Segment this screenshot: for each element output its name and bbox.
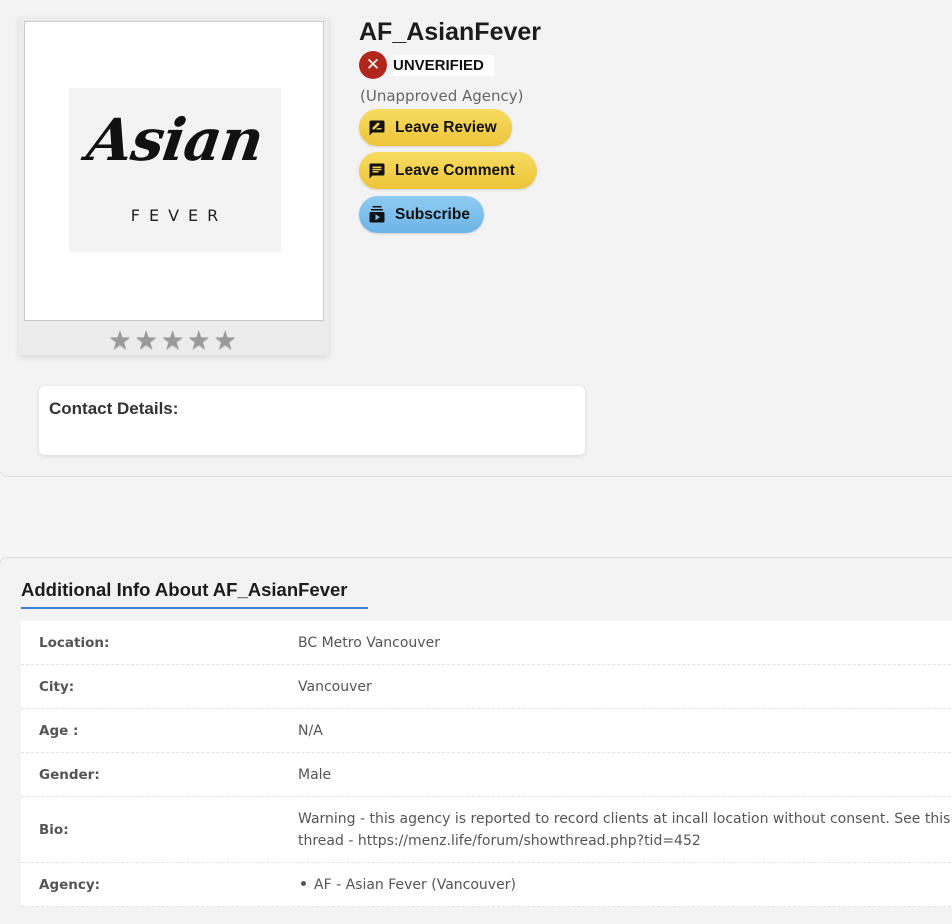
leave-review-button[interactable]: Leave Review (359, 109, 512, 146)
leave-comment-label: Leave Comment (395, 161, 515, 179)
photo-inner: Asian FEVER (33, 30, 315, 312)
agency-list: AF - Asian Fever (Vancouver) (298, 874, 952, 896)
info-value: Vancouver (298, 678, 372, 695)
subscribe-button[interactable]: Subscribe (359, 196, 484, 233)
subscribe-label: Subscribe (395, 205, 470, 223)
info-label: Location: (39, 634, 110, 651)
agency-logo: Asian FEVER (69, 88, 281, 252)
profile-photo[interactable]: Asian FEVER (24, 21, 324, 321)
leave-comment-button[interactable]: Leave Comment (359, 152, 537, 189)
info-value: Male (298, 766, 332, 783)
leave-review-label: Leave Review (395, 118, 497, 136)
info-row-bio: Bio: Warning - this agency is reported t… (21, 797, 952, 863)
contact-details-card: Contact Details: (39, 386, 585, 455)
contact-details-title: Contact Details: (49, 399, 179, 418)
additional-info-section: Additional Info About AF_AsianFever Loca… (0, 557, 952, 924)
status-label: UNVERIFIED (393, 54, 494, 76)
bullet-icon (301, 881, 306, 886)
comment-icon (368, 162, 386, 180)
info-value: N/A (298, 722, 323, 739)
subscriptions-icon (368, 205, 386, 224)
info-label: Bio: (39, 821, 69, 838)
bio-text: Warning - this agency is reported to rec… (298, 810, 951, 849)
page-title: AF_AsianFever (359, 18, 542, 46)
info-label: Agency: (39, 876, 101, 893)
info-row-location: Location: BC Metro Vancouver (21, 621, 952, 665)
info-label: Gender: (39, 766, 100, 783)
status-badge: ✕ UNVERIFIED (359, 51, 499, 79)
info-value: BC Metro Vancouver (298, 634, 440, 651)
agency-link[interactable]: AF - Asian Fever (Vancouver) (314, 877, 516, 893)
info-label: City: (39, 678, 75, 695)
profile-card: Asian FEVER ★★★★★ AF_AsianFever ✕ UNVERI… (0, 0, 952, 477)
info-label: Age : (39, 722, 79, 739)
logo-subtext: FEVER (130, 206, 228, 225)
logo-script-text: Asian (83, 106, 267, 174)
close-circle-icon: ✕ (359, 51, 387, 79)
profile-photo-frame: Asian FEVER ★★★★★ (19, 18, 329, 356)
info-table: Location: BC Metro Vancouver City: Vanco… (21, 621, 952, 907)
agency-approval-note: (Unapproved Agency) (360, 87, 524, 105)
info-row-agency: Agency: AF - Asian Fever (Vancouver) (21, 863, 952, 907)
info-row-gender: Gender: Male (21, 753, 952, 797)
additional-info-heading: Additional Info About AF_AsianFever (21, 579, 368, 609)
info-row-age: Age : N/A (21, 709, 952, 753)
review-icon (368, 119, 386, 137)
info-row-city: City: Vancouver (21, 665, 952, 709)
star-rating[interactable]: ★★★★★ (19, 326, 329, 356)
